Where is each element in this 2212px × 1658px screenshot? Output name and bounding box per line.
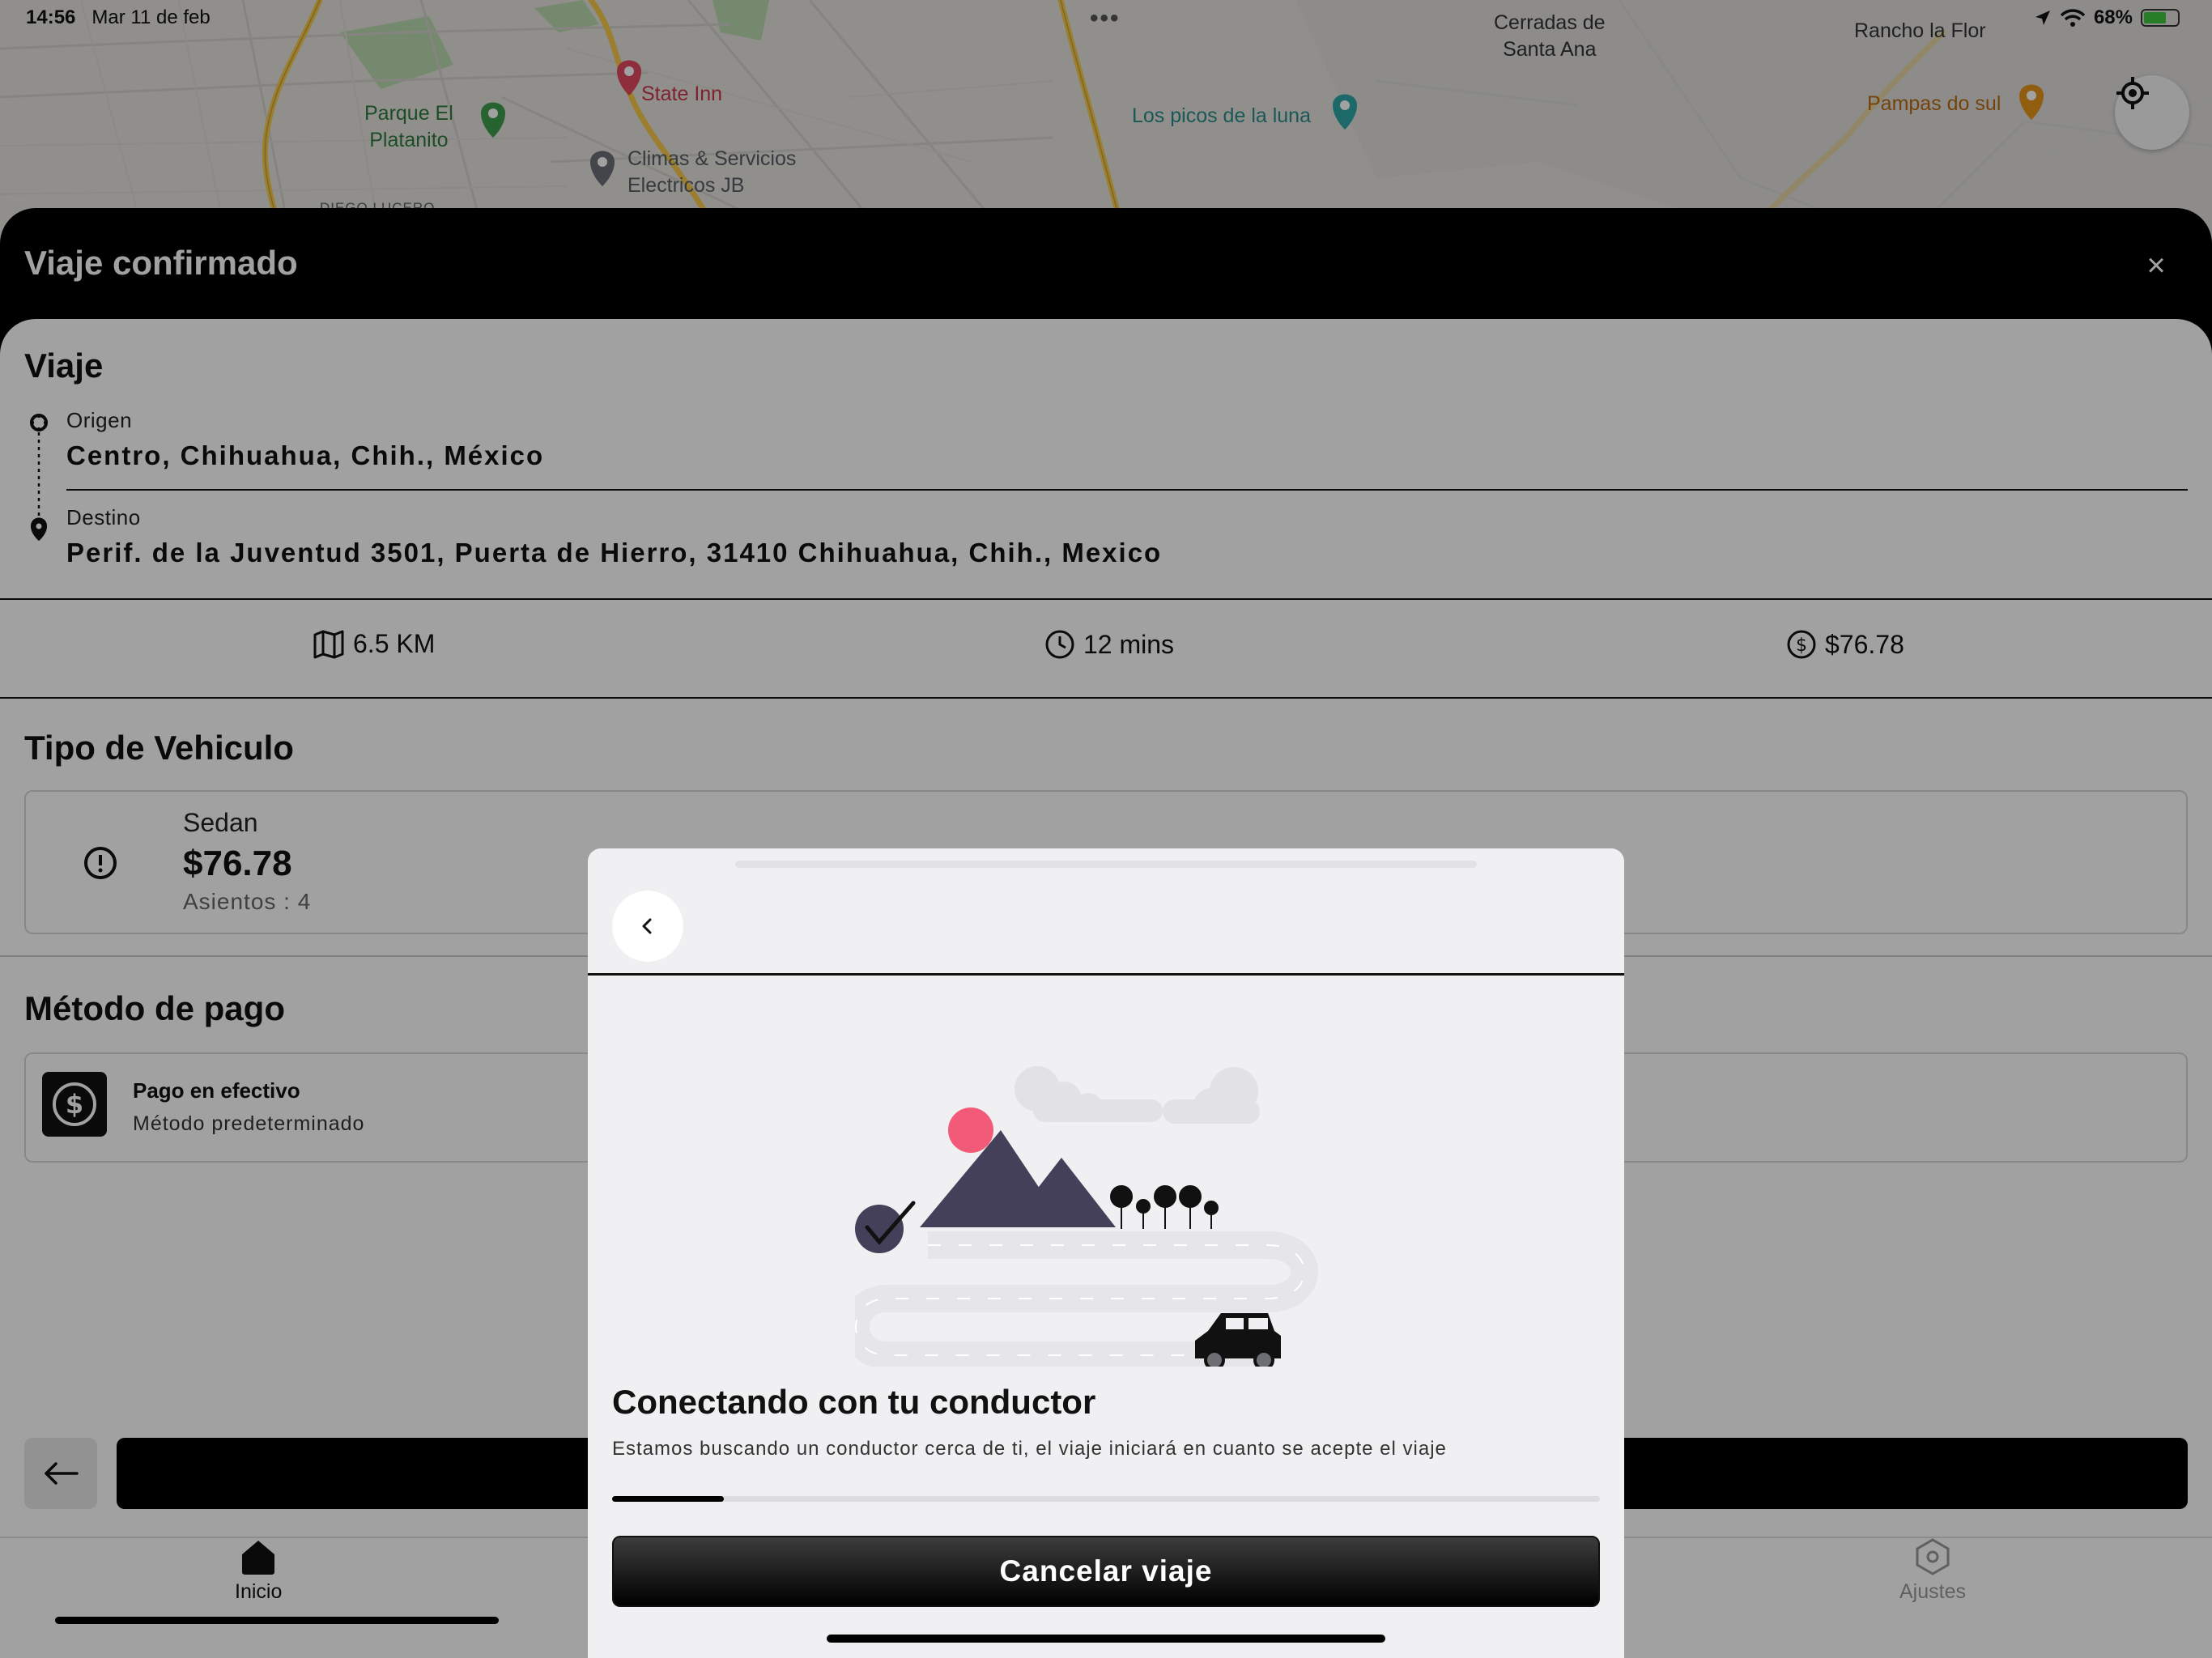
modal-back-button[interactable]	[612, 891, 683, 962]
modal-grabber[interactable]	[735, 861, 1477, 868]
modal-divider	[588, 973, 1624, 976]
connecting-driver-modal: Conectando con tu conductor Estamos busc…	[588, 848, 1624, 1658]
home-indicator[interactable]	[827, 1635, 1385, 1643]
modal-title: Conectando con tu conductor	[612, 1383, 1096, 1421]
search-progress-bar	[612, 1496, 1600, 1502]
cancel-trip-button[interactable]: Cancelar viaje	[612, 1536, 1600, 1607]
search-progress-fill	[612, 1496, 724, 1502]
modal-description: Estamos buscando un conductor cerca de t…	[612, 1438, 1447, 1460]
road-trip-illustration	[855, 1066, 1318, 1367]
chevron-left-icon	[642, 918, 652, 934]
